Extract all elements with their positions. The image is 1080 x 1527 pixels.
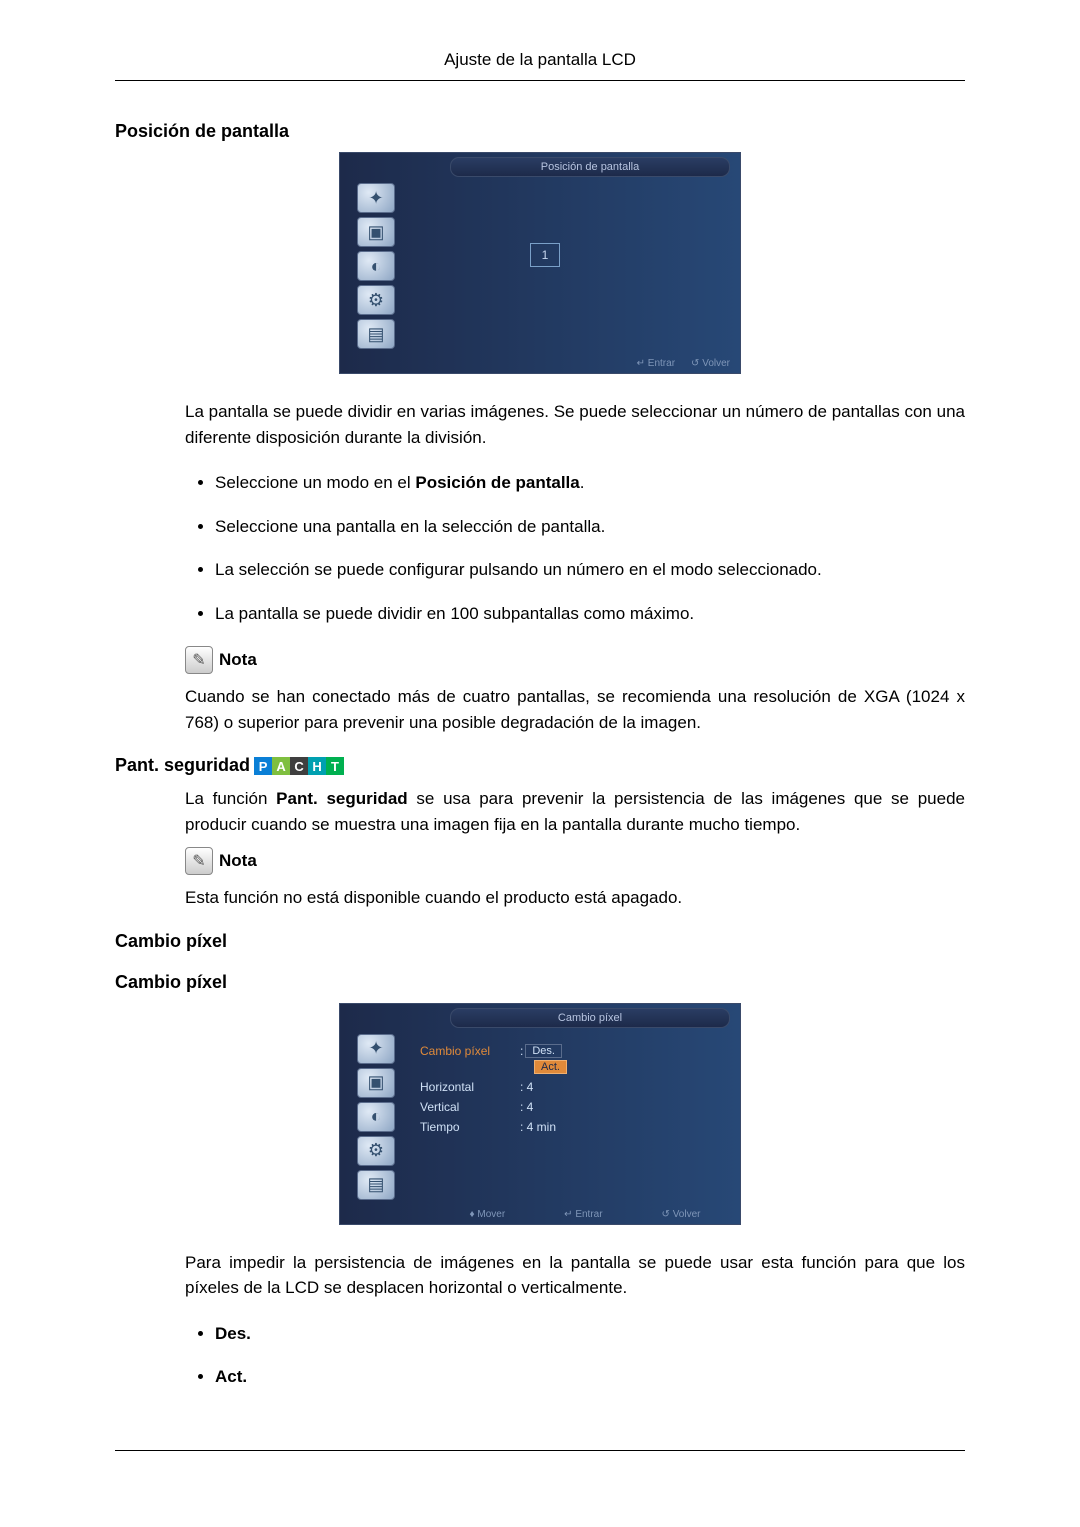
osd-screenshot-cambio-pixel: Cambio píxel ✦ ▣ ◐ ⚙ ▤ Cambio píxel : De… [115, 1003, 965, 1225]
osd-sidebar-icon-2: ▣ [357, 217, 395, 247]
osd-footer-mover: ♦ Mover [469, 1209, 505, 1220]
osd-footer-entrar: ↵ Entrar [637, 358, 675, 369]
osd-panel: Posición de pantalla ✦ ▣ ◐ ⚙ ▤ 1 ↵ Entra… [339, 152, 741, 374]
bullet-3: La selección se puede configurar pulsand… [215, 557, 965, 583]
bullet-4: La pantalla se puede dividir en 100 subp… [215, 601, 965, 627]
osd-footer: ♦ Mover ↵ Entrar ↺ Volver [440, 1209, 730, 1220]
osd-sidebar-icon-4: ⚙ [357, 1136, 395, 1166]
osd-row-act: Act. [520, 1060, 567, 1074]
note-block-1: ✎ Nota [185, 646, 965, 674]
section1-bullets: Seleccione un modo en el Posición de pan… [185, 470, 965, 626]
badge-h: H [308, 757, 326, 775]
osd-sidebar-icon-5: ▤ [357, 1170, 395, 1200]
osd-sidebar: ✦ ▣ ◐ ⚙ ▤ [346, 179, 406, 353]
note-label: Nota [219, 851, 257, 871]
heading-cambio-pixel-1: Cambio píxel [115, 931, 965, 952]
osd-screenshot-posicion: Posición de pantalla ✦ ▣ ◐ ⚙ ▤ 1 ↵ Entra… [115, 152, 965, 374]
osd-footer-entrar: ↵ Entrar [564, 1209, 602, 1220]
osd-sidebar-icon-4: ⚙ [357, 285, 395, 315]
osd-footer: ↵ Entrar ↺ Volver [440, 358, 730, 369]
page-header: Ajuste de la pantalla LCD [115, 50, 965, 81]
osd-row-vertical: Vertical : 4 [420, 1100, 567, 1114]
osd-option-des: Des. [525, 1044, 562, 1058]
note-label: Nota [219, 650, 257, 670]
section2-intro: La función Pant. seguridad se usa para p… [185, 786, 965, 837]
note-icon: ✎ [185, 646, 213, 674]
osd-row-tiempo: Tiempo : 4 min [420, 1120, 567, 1134]
osd-title: Cambio píxel [450, 1008, 730, 1028]
note-block-2: ✎ Nota [185, 847, 965, 875]
section1-intro: La pantalla se puede dividir en varias i… [185, 399, 965, 450]
badge-p: P [254, 757, 272, 775]
section3-intro: Para impedir la persistencia de imágenes… [185, 1250, 965, 1301]
osd-sidebar-icon-3: ◐ [357, 251, 395, 281]
bullet-2: Seleccione una pantalla en la selección … [215, 514, 965, 540]
osd-sidebar: ✦ ▣ ◐ ⚙ ▤ [346, 1030, 406, 1204]
osd-sidebar-icon-2: ▣ [357, 1068, 395, 1098]
bullet-des: Des. [215, 1321, 965, 1347]
osd-sidebar-icon-1: ✦ [357, 183, 395, 213]
badge-c: C [290, 757, 308, 775]
osd-title: Posición de pantalla [450, 157, 730, 177]
osd-row-cambio-pixel: Cambio píxel : Des. [420, 1044, 567, 1058]
heading-posicion-de-pantalla: Posición de pantalla [115, 121, 965, 142]
note-text-1: Cuando se han conectado más de cuatro pa… [185, 684, 965, 735]
section3-bullets: Des. Act. [185, 1321, 965, 1390]
osd-footer-volver: ↺ Volver [662, 1209, 701, 1220]
osd-row-horizontal: Horizontal : 4 [420, 1080, 567, 1094]
badge-t: T [326, 757, 344, 775]
bullet-1: Seleccione un modo en el Posición de pan… [215, 470, 965, 496]
bullet-act: Act. [215, 1364, 965, 1390]
badge-a: A [272, 757, 290, 775]
heading-cambio-pixel-2: Cambio píxel [115, 972, 965, 993]
osd-option-act: Act. [534, 1060, 567, 1074]
footer-rule [115, 1450, 965, 1451]
osd-footer-volver: ↺ Volver [691, 358, 730, 369]
osd-menu-rows: Cambio píxel : Des. Act. Horizontal : 4 … [420, 1044, 567, 1140]
heading-pant-seguridad: Pant. seguridad P A C H T [115, 755, 965, 776]
pacht-badges: P A C H T [254, 757, 344, 775]
osd-sidebar-icon-3: ◐ [357, 1102, 395, 1132]
note-icon: ✎ [185, 847, 213, 875]
document-page: Ajuste de la pantalla LCD Posición de pa… [0, 0, 1080, 1511]
osd-selected-value: 1 [530, 243, 560, 267]
osd-sidebar-icon-1: ✦ [357, 1034, 395, 1064]
note-text-2: Esta función no está disponible cuando e… [185, 885, 965, 911]
osd-sidebar-icon-5: ▤ [357, 319, 395, 349]
osd-panel: Cambio píxel ✦ ▣ ◐ ⚙ ▤ Cambio píxel : De… [339, 1003, 741, 1225]
